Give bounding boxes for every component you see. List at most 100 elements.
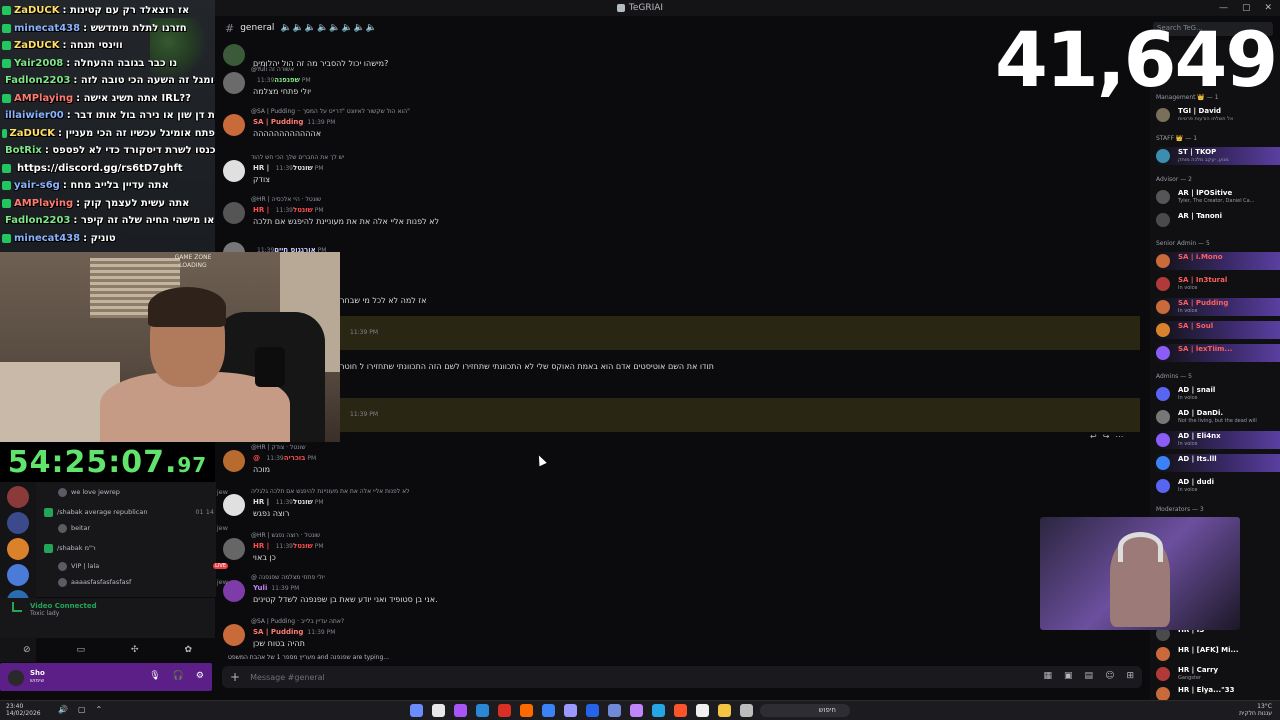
chat-message-row[interactable]: 11:39 PM	[340, 316, 1140, 350]
reply-icon[interactable]: ↩	[1090, 432, 1097, 441]
taskbar-app-icon[interactable]	[542, 704, 555, 717]
more-icon[interactable]: ⋯	[1115, 432, 1123, 441]
member-row[interactable]: AD | Eli4nx In voice	[1154, 431, 1280, 449]
reply-preview[interactable]: @HR | שונטל · רוצה נפגש	[251, 532, 320, 539]
channel-name[interactable]: general	[240, 23, 274, 33]
member-row[interactable]: HR | [AFK] Mi...	[1154, 645, 1280, 663]
sticker-icon[interactable]: ▤	[1085, 671, 1094, 681]
chat-message-row[interactable]: @SA | Pudding ·· הוא הול שקשור לאיוונט "…	[215, 108, 1140, 148]
avatar[interactable]	[223, 450, 245, 472]
member-row[interactable]: AD | dudi In voice	[1154, 477, 1280, 495]
chat-message-row[interactable]: @HR | שונטל · צודק @ בוכריה11:39 PM מוכה	[215, 444, 1140, 484]
reply-preview[interactable]: @HR | שונטל · צודק	[251, 444, 306, 451]
chat-message-row[interactable]: יש לך את החברים שלך הכי חש להוד HR | שונט…	[215, 154, 1140, 194]
message-author[interactable]: 11:39 PM	[346, 328, 378, 336]
reply-preview[interactable]: @SA | Pudding · אתה עדיין בלייב?	[251, 618, 344, 625]
chat-message-row[interactable]: תודו את השם אוטיסטים אדם הוא באמת האוקס …	[215, 354, 1140, 394]
member-row[interactable]: ST | TKOP מנוע, יעקב מלכה מותק	[1154, 147, 1280, 165]
message-author[interactable]: HR | שונטל11:39 PM	[253, 206, 324, 214]
reply-preview[interactable]: יש לך את החברים שלך הכי חש להוד	[251, 154, 344, 161]
avatar[interactable]	[223, 538, 245, 560]
message-author[interactable]: שפנפנה11:39 PM	[253, 76, 311, 84]
avatar[interactable]	[223, 72, 245, 94]
gif-icon[interactable]: ▣	[1064, 671, 1073, 681]
taskbar-search[interactable]: חיפוש	[760, 704, 850, 717]
taskbar-app-icon[interactable]	[740, 704, 753, 717]
author-name[interactable]: Yuli	[253, 584, 267, 592]
gift-icon[interactable]: ▦	[1044, 671, 1053, 681]
message-author[interactable]: Yuli 11:39 PM	[253, 584, 299, 592]
server-icon[interactable]	[7, 512, 29, 534]
voice-user[interactable]: beitar jew	[58, 522, 228, 534]
reply-preview[interactable]: @SA | Pudding ·· הוא הול שקשור לאיוונט "…	[251, 108, 410, 115]
message-author[interactable]: 11:39 PM	[346, 410, 378, 418]
avatar[interactable]	[223, 44, 245, 66]
taskbar-app-icon[interactable]	[520, 704, 533, 717]
member-row[interactable]: AD | Its.lll	[1154, 454, 1280, 472]
attach-plus-icon[interactable]: +	[230, 670, 240, 684]
chat-message-row[interactable]: @SA | Pudding · אתה עדיין בלייב? SA | Pud…	[215, 618, 1140, 658]
author-name[interactable]: SA | Pudding	[253, 628, 303, 636]
taskbar-app-icon[interactable]	[586, 704, 599, 717]
taskbar-app-icon[interactable]	[674, 704, 687, 717]
member-row[interactable]: AD | snail In voice	[1154, 385, 1280, 403]
taskbar-app-icon[interactable]	[564, 704, 577, 717]
chat-message-row[interactable]: @ יולי פתחי מצלמה שפנפנה Yuli 11:39 PM אני …	[215, 574, 1140, 614]
author-name[interactable]: SA | Pudding	[253, 118, 303, 126]
voice-channel[interactable]: /shabak average republican 01 14	[44, 506, 214, 518]
taskbar-app-icon[interactable]	[432, 704, 445, 717]
voice-channel[interactable]: /shabak ר"מ	[44, 542, 214, 554]
network-icon[interactable]: ▢	[78, 705, 86, 714]
headphones-icon[interactable]: 🎧	[173, 671, 184, 681]
camera-off-icon[interactable]: ⊘	[23, 645, 31, 655]
message-author[interactable]: HR | שונטל11:39 PM	[253, 498, 324, 506]
taskbar-app-icon[interactable]	[652, 704, 665, 717]
username[interactable]: Sho	[30, 669, 45, 677]
weather-widget[interactable]: 13°C עננות חלקית	[1239, 703, 1272, 717]
member-row[interactable]: HR | Elya..."33	[1154, 685, 1280, 700]
avatar[interactable]	[223, 202, 245, 224]
member-row[interactable]: SA | In3tural In voice	[1154, 275, 1280, 293]
message-author[interactable]: HR | שונטל11:39 PM	[253, 164, 324, 172]
message-author[interactable]: SA | Pudding 11:39 PM	[253, 118, 335, 126]
mic-icon[interactable]: 🎙	[149, 671, 160, 681]
voice-user[interactable]: aaaasfasfasfasfasf jew	[58, 576, 228, 588]
server-icon[interactable]	[7, 486, 29, 508]
reply-preview[interactable]: לא לפנות אליי אלה את את מעוניינת להיפגש …	[251, 488, 410, 495]
taskbar-app-icon[interactable]	[718, 704, 731, 717]
server-icon[interactable]	[7, 564, 29, 586]
avatar[interactable]	[223, 114, 245, 136]
taskbar-app-icon[interactable]	[498, 704, 511, 717]
activities-icon[interactable]: ✣	[131, 645, 139, 655]
chat-message-row[interactable]: @HR | שונטל · היי אלכסיה HR | שונטל11:39 …	[215, 196, 1140, 236]
chat-message-row[interactable]: @HR | שונטל · רוצה נפגש HR | שונטל11:39 P…	[215, 532, 1140, 572]
settings-gear-icon[interactable]: ⚙	[196, 671, 204, 681]
tray-chevron-icon[interactable]: ⌃	[96, 705, 103, 714]
chat-message-row[interactable]: אורגנוס חיים11:39 PM	[215, 236, 1140, 276]
member-row[interactable]: SA | i.Mono	[1154, 252, 1280, 270]
taskbar-app-icon[interactable]	[476, 704, 489, 717]
member-row[interactable]: SA | Pudding In voice	[1154, 298, 1280, 316]
taskbar-app-icon[interactable]	[454, 704, 467, 717]
emoji-icon[interactable]: ☺	[1105, 671, 1114, 681]
message-composer[interactable]: + Message #general ▦ ▣ ▤ ☺ ⊞	[222, 666, 1142, 688]
author-name[interactable]: שפנפנה	[274, 76, 300, 84]
taskbar-app-icon[interactable]	[608, 704, 621, 717]
reply-preview[interactable]: @ יולי פתחי מצלמה שפנפנה	[251, 574, 325, 581]
message-author[interactable]	[340, 378, 344, 386]
member-row[interactable]: SA | Soul	[1154, 321, 1280, 339]
taskbar-app-icon[interactable]	[410, 704, 423, 717]
avatar[interactable]	[223, 160, 245, 182]
member-row[interactable]: TGI | David אל תשלחו הודעות פרטיות	[1154, 106, 1280, 124]
member-row[interactable]: AR | lPOSitive Tyler, The Creator, Daniel…	[1154, 188, 1280, 206]
server-icon[interactable]	[7, 538, 29, 560]
chat-message-row[interactable]: לא לפנות אליי אלה את את מעוניינת להיפגש …	[215, 488, 1140, 528]
volume-icon[interactable]: 🔊	[58, 705, 68, 714]
message-author[interactable]: SA | Pudding 11:39 PM	[253, 628, 335, 636]
message-author[interactable]	[253, 48, 257, 56]
avatar[interactable]	[8, 670, 24, 686]
reply-preview[interactable]: @HR | שונטל · היי אלכסיה	[251, 196, 321, 203]
soundboard-icon[interactable]: ✿	[184, 645, 192, 655]
chat-message-row[interactable]: 11:39 PM	[340, 398, 1140, 432]
forward-icon[interactable]: ↪	[1103, 432, 1110, 441]
